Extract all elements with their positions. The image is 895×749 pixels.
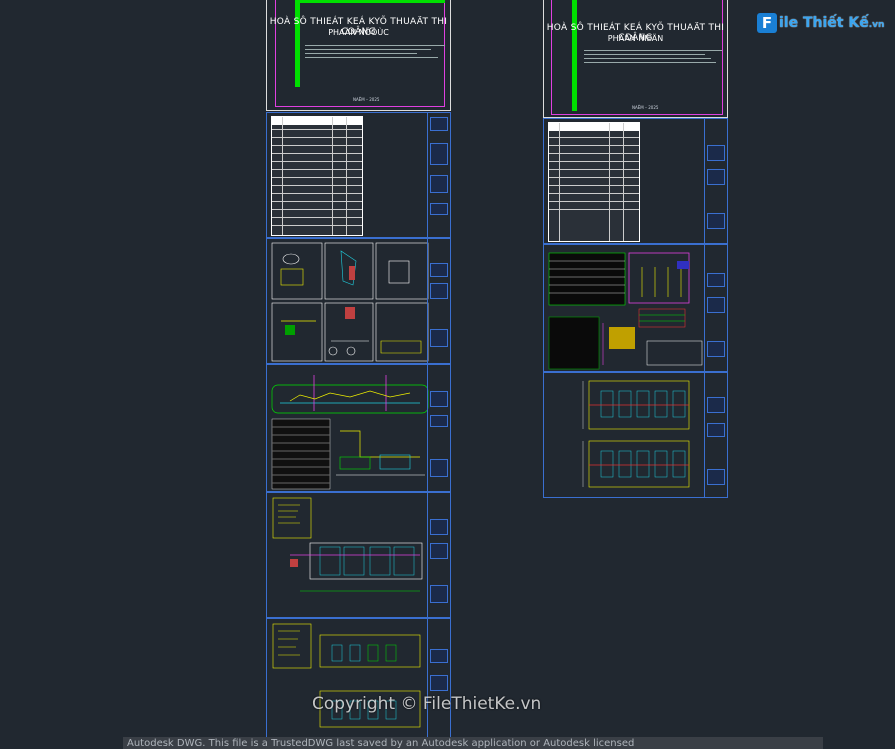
logo-text: ile Thiết Kế.vn xyxy=(779,15,885,31)
title-block xyxy=(427,239,450,363)
details-drawing xyxy=(271,242,429,362)
elevation-drawing xyxy=(272,623,421,728)
sheet-drawing-list-water[interactable] xyxy=(266,112,451,238)
title-block xyxy=(427,365,450,491)
supply-diagram-drawing xyxy=(271,375,429,490)
site-logo[interactable]: F ile Thiết Kế.vn xyxy=(757,13,884,33)
sheet-lighting-plan[interactable] xyxy=(543,372,728,498)
sheet-floor-plan-water[interactable] xyxy=(266,492,451,618)
title-block xyxy=(427,619,450,747)
title-block xyxy=(427,493,450,617)
floor-plan-drawing xyxy=(272,497,423,592)
lighting-plan-drawing xyxy=(582,380,690,488)
sheet-supply-diagram[interactable] xyxy=(266,364,451,492)
logo-mark: F xyxy=(757,13,777,33)
sheet-drawing-list-electrical[interactable] xyxy=(543,118,728,244)
cover-subtitle: PHAÀN ÑIEÄN xyxy=(607,34,664,43)
title-block xyxy=(704,119,727,243)
copyright-watermark: Copyright © FileThietKe.vn xyxy=(312,694,542,714)
cover-footer: NAÊM – 2025 xyxy=(632,105,659,110)
drawing-list-table xyxy=(271,116,363,236)
status-bar: Autodesk DWG. This file is a TrustedDWG … xyxy=(123,737,823,749)
green-vertical-bar xyxy=(295,0,300,87)
cover-info-lines xyxy=(305,42,445,61)
cover-subtitle: PHAÀN NÖÔÙC xyxy=(328,28,389,37)
electrical-schematic-drawing xyxy=(548,252,703,370)
sheet-elevation-water[interactable] xyxy=(266,618,451,748)
cover-info-lines xyxy=(584,47,722,66)
cover-sheet-water[interactable]: HOÀ SÔ THIEÁT KEÁ KYÕ THUAÄT THI COÂNG P… xyxy=(266,0,451,111)
title-block xyxy=(704,245,727,371)
drawing-list-table xyxy=(548,122,640,242)
cover-sheet-electrical[interactable]: HOÀ SÔ THIEÁT KEÁ KYÕ THUAÄT THI COÂNG P… xyxy=(543,0,728,118)
cover-footer: NAÊM – 2025 xyxy=(353,97,380,102)
title-block xyxy=(704,373,727,497)
sheet-electrical-schematic[interactable] xyxy=(543,244,728,372)
green-vertical-bar xyxy=(572,0,577,111)
sheet-details-water[interactable] xyxy=(266,238,451,364)
title-block xyxy=(427,113,450,237)
green-horizontal-bar xyxy=(295,0,445,3)
